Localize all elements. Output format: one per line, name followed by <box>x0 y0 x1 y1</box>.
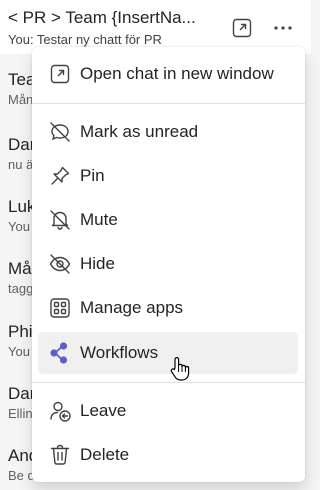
chat-title: < PR > Team {InsertNa... <box>8 8 196 27</box>
chat-preview: Ellin <box>8 406 33 421</box>
hide-eye-icon <box>48 252 72 276</box>
leave-item[interactable]: Leave <box>38 390 298 432</box>
manage-apps-item[interactable]: Manage apps <box>38 287 298 329</box>
leave-label: Leave <box>80 401 127 420</box>
hide-label: Hide <box>80 254 115 273</box>
chat-name: Må <box>8 259 32 278</box>
chat-preview: You <box>8 219 30 234</box>
manage-apps-label: Manage apps <box>80 298 184 317</box>
chat-preview: tagg <box>8 281 34 296</box>
mark-as-unread-label: Mark as unread <box>80 122 199 141</box>
open-in-new-window-label: Open chat in new window <box>80 64 274 83</box>
mute-item[interactable]: Mute <box>38 199 298 241</box>
leave-person-icon <box>48 399 72 423</box>
open-in-new-window-item[interactable]: Open chat in new window <box>38 53 298 95</box>
workflows-label: Workflows <box>80 343 159 362</box>
menu-divider <box>32 382 305 383</box>
pin-label: Pin <box>80 166 105 185</box>
chat-name: Phi <box>8 322 33 341</box>
chat-preview: You <box>8 344 30 359</box>
hand-pointer-cursor-icon <box>169 356 191 382</box>
pop-out-icon[interactable] <box>230 16 254 40</box>
mark-unread-icon <box>48 120 72 144</box>
mark-as-unread-item[interactable]: Mark as unread <box>38 111 298 153</box>
menu-divider <box>32 103 305 104</box>
pin-icon <box>48 164 72 188</box>
mute-label: Mute <box>80 210 118 229</box>
workflows-item[interactable]: Workflows <box>38 332 298 374</box>
delete-label: Delete <box>80 445 130 464</box>
pin-item[interactable]: Pin <box>38 155 298 197</box>
workflows-icon <box>48 341 72 365</box>
chat-preview: nu ä <box>8 157 34 172</box>
delete-item[interactable]: Delete <box>38 434 298 476</box>
chat-context-menu: Open chat in new window Mark as unread P… <box>32 47 305 482</box>
apps-grid-icon <box>48 296 72 320</box>
chat-last-message: You: Testar ny chatt för PR <box>8 32 162 47</box>
chat-header[interactable]: < PR > Team {InsertNa... You: Testar ny … <box>0 0 311 54</box>
open-in-new-window-icon <box>48 62 72 86</box>
chat-preview: Mån <box>8 92 34 107</box>
mute-bell-icon <box>48 208 72 232</box>
trash-icon <box>48 443 72 467</box>
chat-preview: Be d <box>8 468 35 483</box>
more-options-icon[interactable] <box>271 16 295 40</box>
hide-item[interactable]: Hide <box>38 243 298 285</box>
